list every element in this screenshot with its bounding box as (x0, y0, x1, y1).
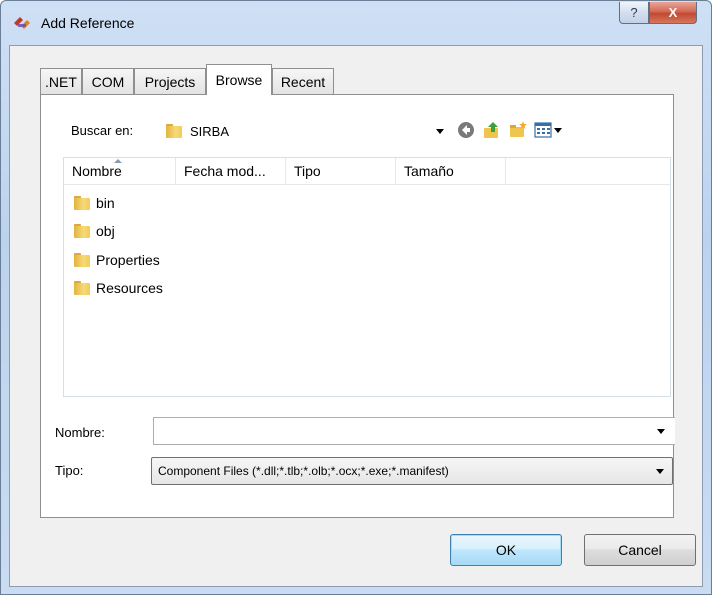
window-title: Add Reference (41, 15, 135, 31)
tab-label: .NET (45, 73, 77, 90)
column-header-date[interactable]: Fecha mod... (176, 158, 286, 184)
dialog-client-area: .NET COM Projects Browse Recent Buscar e… (9, 45, 703, 587)
column-headers: Nombre Fecha mod... Tipo Tamaño (64, 158, 670, 185)
tab-com[interactable]: COM (82, 68, 134, 94)
list-item-label: obj (96, 223, 115, 239)
cancel-button[interactable]: Cancel (584, 534, 696, 566)
views-menu-icon (534, 122, 562, 138)
folder-icon (74, 224, 90, 238)
add-reference-icon (14, 17, 30, 29)
filetype-value: Component Files (*.dll;*.tlb;*.olb;*.ocx… (158, 464, 449, 478)
filename-combobox[interactable] (153, 417, 675, 445)
title-bar[interactable]: Add Reference ? X (1, 1, 711, 45)
folder-icon (74, 281, 90, 295)
tab-projects[interactable]: Projects (134, 68, 206, 94)
browse-panel: Buscar en: SIRBA Nombre Fecha mod... Tip… (40, 94, 675, 518)
folder-icon (166, 124, 182, 138)
tab-label: Recent (280, 73, 326, 90)
folder-icon (74, 196, 90, 210)
folder-icon (74, 253, 90, 267)
back-arrow-icon (458, 122, 474, 138)
chevron-down-icon (657, 429, 665, 434)
column-label: Tipo (294, 163, 321, 179)
list-item-label: bin (96, 195, 115, 211)
ok-button[interactable]: OK (450, 534, 562, 566)
add-reference-dialog: Add Reference ? X .NET COM Projects Brow… (0, 0, 712, 595)
list-item-label: Properties (96, 252, 160, 268)
chevron-down-icon (656, 469, 664, 474)
up-one-level-icon (484, 122, 498, 138)
tab-recent[interactable]: Recent (272, 68, 334, 94)
close-button[interactable]: X (649, 2, 697, 24)
help-button[interactable]: ? (619, 2, 649, 24)
back-button[interactable] (455, 119, 477, 141)
cancel-button-label: Cancel (618, 542, 662, 558)
filename-label: Nombre: (55, 425, 105, 440)
column-header-type[interactable]: Tipo (286, 158, 396, 184)
close-icon: X (668, 5, 678, 20)
tab-browse[interactable]: Browse (206, 64, 272, 95)
lookin-value: SIRBA (190, 123, 230, 139)
chevron-down-icon (436, 129, 444, 134)
file-list[interactable]: Nombre Fecha mod... Tipo Tamaño bin obj … (63, 157, 671, 397)
list-item[interactable]: obj (74, 218, 115, 244)
up-level-button[interactable] (481, 119, 503, 141)
sort-ascending-icon (114, 159, 122, 163)
new-folder-icon (510, 121, 527, 137)
filetype-dropdown[interactable]: Component Files (*.dll;*.tlb;*.olb;*.ocx… (151, 457, 673, 485)
column-label: Nombre (72, 163, 122, 179)
list-item[interactable]: Resources (74, 275, 163, 301)
list-item-label: Resources (96, 280, 163, 296)
tab-label: COM (91, 73, 125, 90)
list-item[interactable]: bin (74, 190, 115, 216)
tab-label: Browse (215, 72, 263, 88)
new-folder-button[interactable] (507, 119, 529, 141)
tab-dotnet[interactable]: .NET (40, 68, 82, 94)
tab-label: Projects (144, 73, 196, 90)
column-label: Fecha mod... (184, 163, 266, 179)
lookin-dropdown[interactable]: SIRBA (157, 117, 451, 145)
views-menu-button[interactable] (533, 119, 565, 141)
column-header-size[interactable]: Tamaño (396, 158, 506, 184)
column-label: Tamaño (404, 163, 454, 179)
filetype-label: Tipo: (55, 463, 84, 478)
column-header-name[interactable]: Nombre (64, 158, 176, 184)
list-item[interactable]: Properties (74, 247, 160, 273)
ok-button-label: OK (495, 542, 517, 558)
help-icon: ? (630, 5, 638, 20)
lookin-label: Buscar en: (71, 123, 134, 138)
